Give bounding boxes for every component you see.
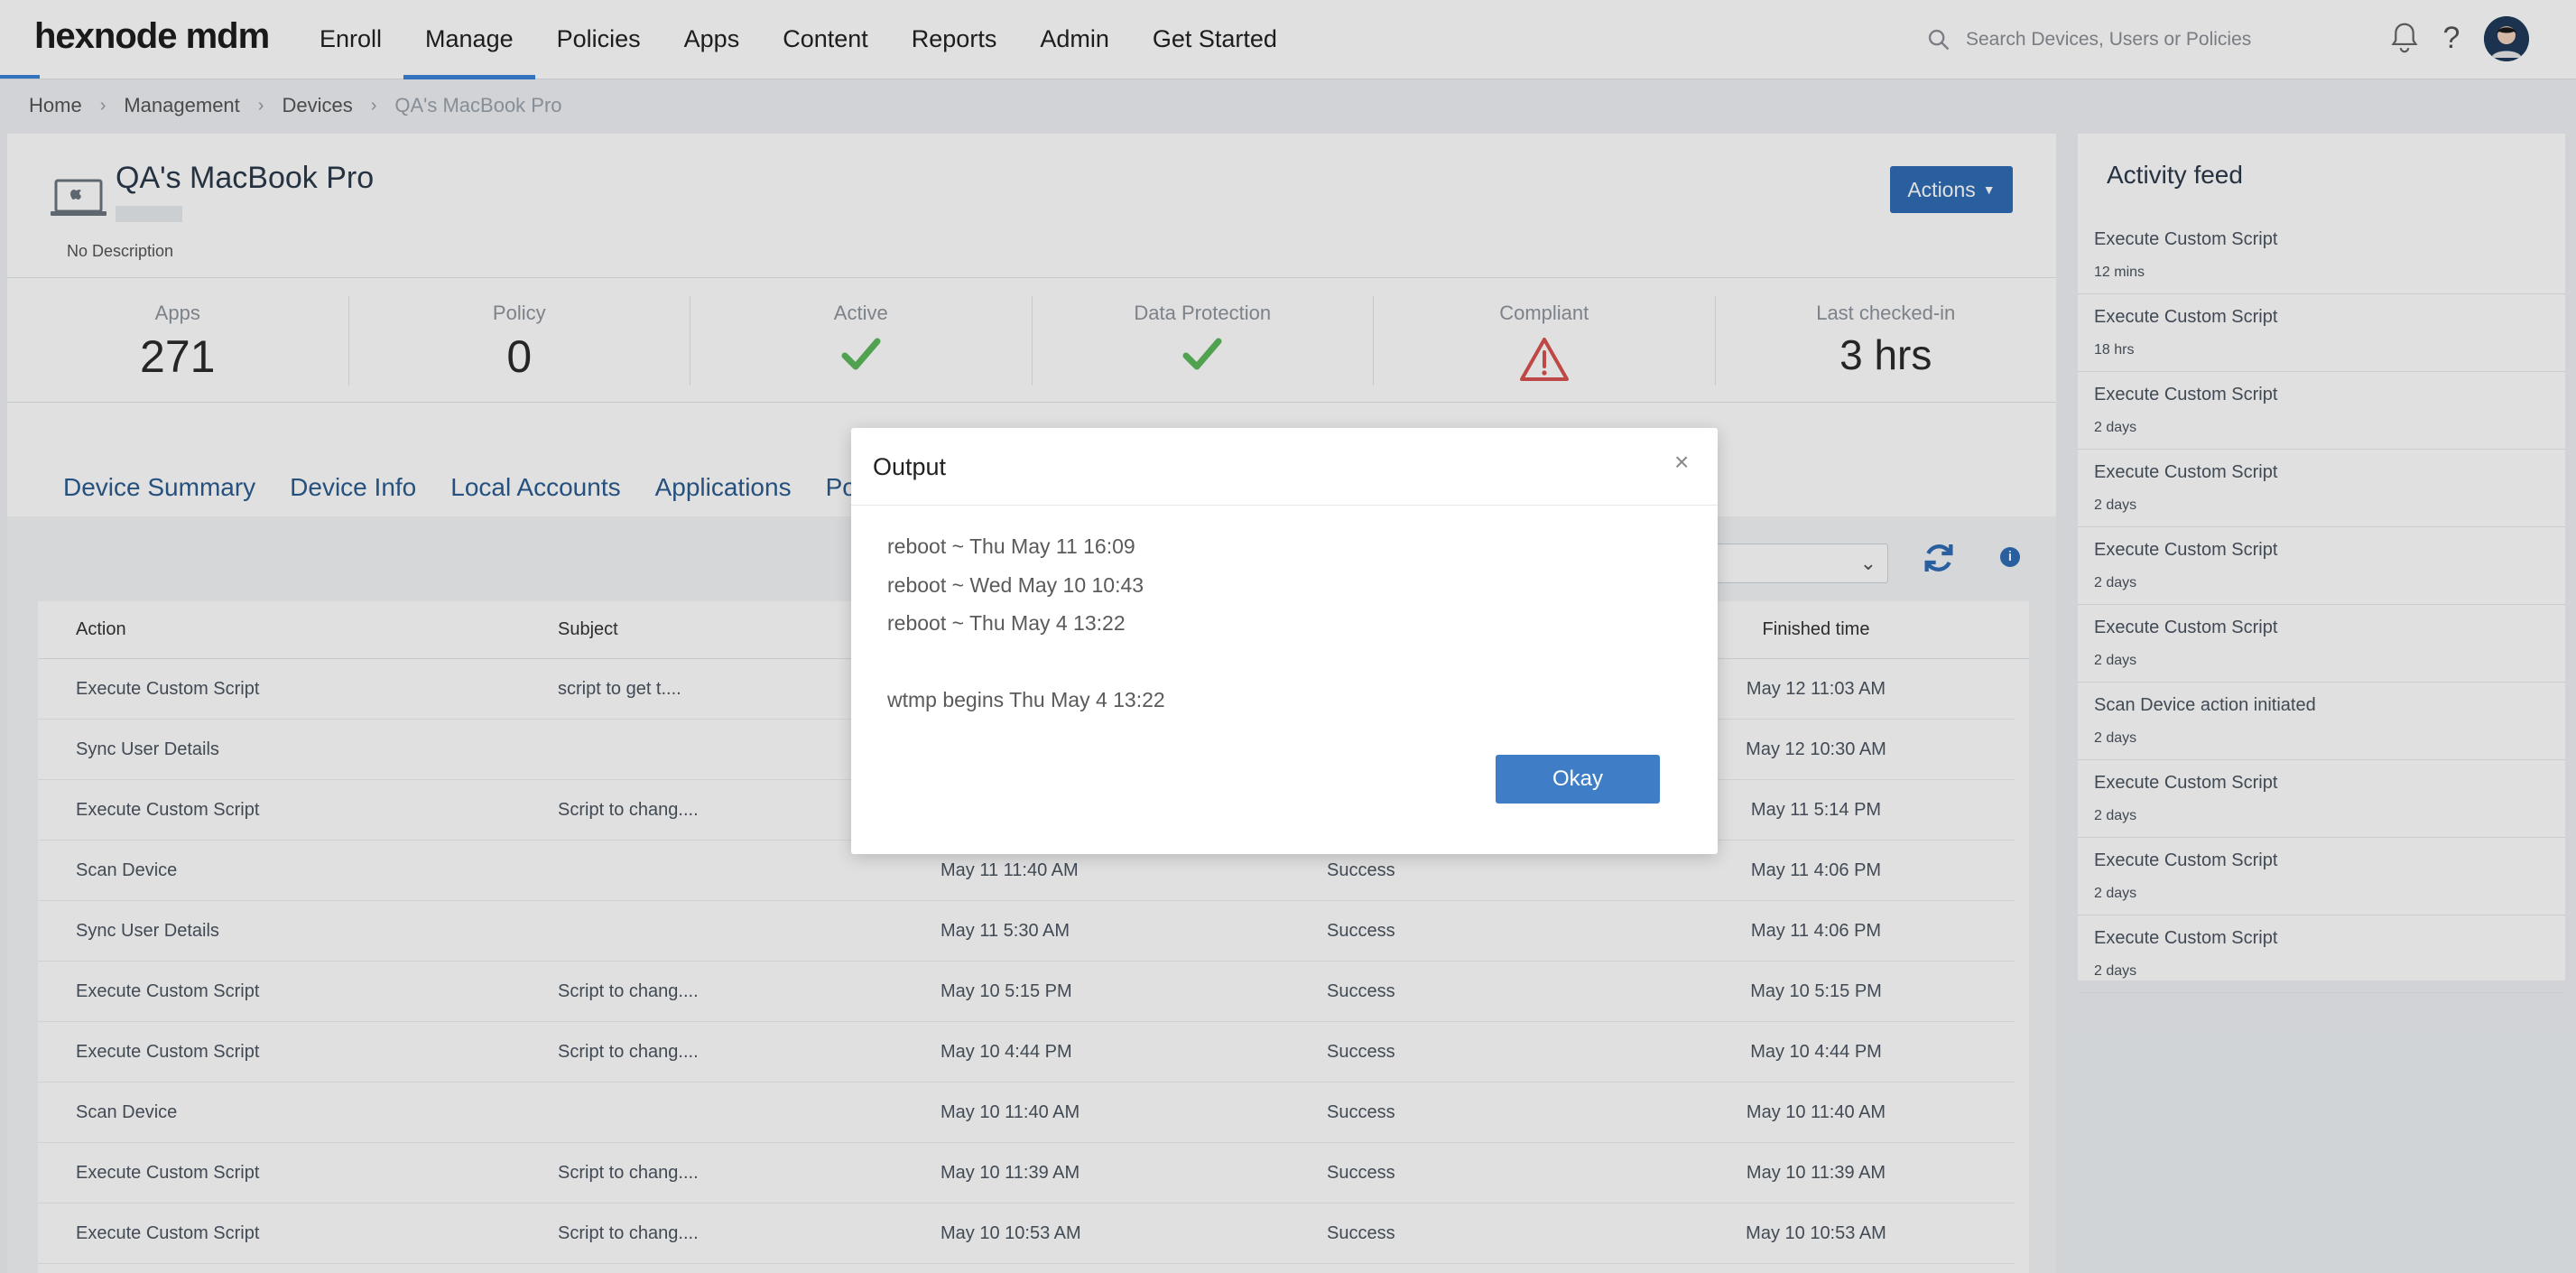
modal-body: reboot ~ Thu May 11 16:09 reboot ~ Wed M…	[887, 534, 1165, 727]
okay-button[interactable]: Okay	[1496, 755, 1660, 804]
modal-header: Output ×	[851, 428, 1718, 506]
output-line: reboot ~ Wed May 10 10:43	[887, 572, 1144, 597]
output-modal: Output × reboot ~ Thu May 11 16:09 reboo…	[851, 428, 1718, 854]
modal-title: Output	[873, 453, 947, 480]
output-line: reboot ~ Thu May 4 13:22	[887, 611, 1126, 635]
output-line: reboot ~ Thu May 11 16:09	[887, 534, 1135, 558]
output-line: wtmp begins Thu May 4 13:22	[887, 688, 1165, 711]
close-icon[interactable]: ×	[1674, 448, 1689, 477]
